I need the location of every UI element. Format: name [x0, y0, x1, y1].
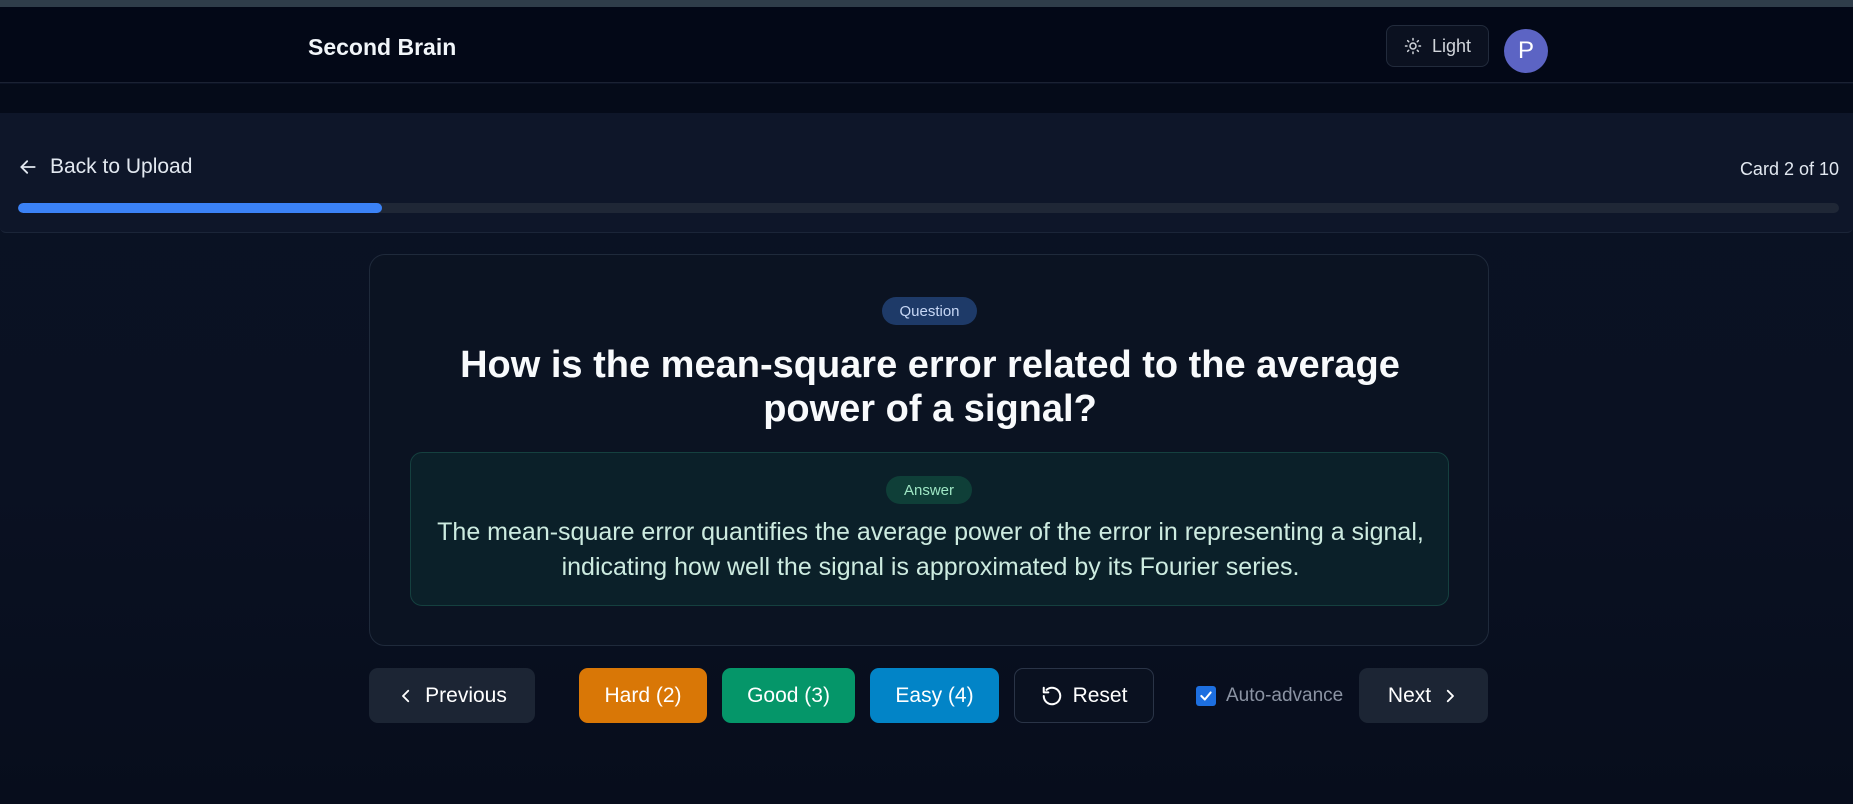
back-to-upload-link[interactable]: Back to Upload [18, 155, 192, 179]
reset-button-label: Reset [1072, 683, 1128, 707]
question-text: How is the mean-square error related to … [460, 344, 1400, 430]
header-subbar [0, 84, 1853, 113]
answer-text: The mean-square error quantifies the ave… [437, 518, 1424, 581]
question-badge: Question [882, 297, 977, 325]
back-link-label: Back to Upload [50, 155, 193, 178]
previous-button-label: Previous [425, 683, 507, 707]
arrow-left-icon [18, 157, 38, 177]
card-counter: Card 2 of 10 [1739, 159, 1839, 179]
chevron-left-icon [397, 687, 415, 705]
flashcard: Question How is the mean-square error re… [369, 254, 1489, 646]
progress-bar-fill [18, 203, 383, 213]
theme-toggle-label: Light [1431, 35, 1472, 56]
user-avatar[interactable]: P [1504, 29, 1548, 73]
reset-button[interactable]: Reset [1014, 668, 1154, 723]
rotate-ccw-icon [1041, 685, 1063, 707]
auto-advance-checkbox[interactable] [1196, 686, 1216, 706]
app-header: Second Brain Light P [0, 7, 1853, 83]
next-button-label: Next [1387, 683, 1432, 707]
answer-badge: Answer [886, 476, 972, 504]
good-rating-button[interactable]: Good (3) [722, 668, 855, 723]
answer-panel: Answer The mean-square error quantifies … [410, 452, 1449, 606]
top-accent-strip [0, 0, 1853, 7]
auto-advance-toggle[interactable]: Auto-advance [1196, 682, 1343, 710]
theme-toggle-button[interactable]: Light [1386, 25, 1489, 67]
hard-rating-button[interactable]: Hard (2) [579, 668, 707, 723]
easy-rating-button[interactable]: Easy (4) [870, 668, 999, 723]
progress-bar [18, 203, 1839, 213]
next-button[interactable]: Next [1359, 668, 1488, 723]
auto-advance-label: Auto-advance [1226, 685, 1344, 706]
chevron-right-icon [1441, 687, 1459, 705]
previous-button[interactable]: Previous [369, 668, 535, 723]
sun-icon [1404, 37, 1422, 55]
app-title[interactable]: Second Brain [308, 34, 456, 61]
progress-panel: Back to Upload Card 2 of 10 [0, 113, 1853, 233]
